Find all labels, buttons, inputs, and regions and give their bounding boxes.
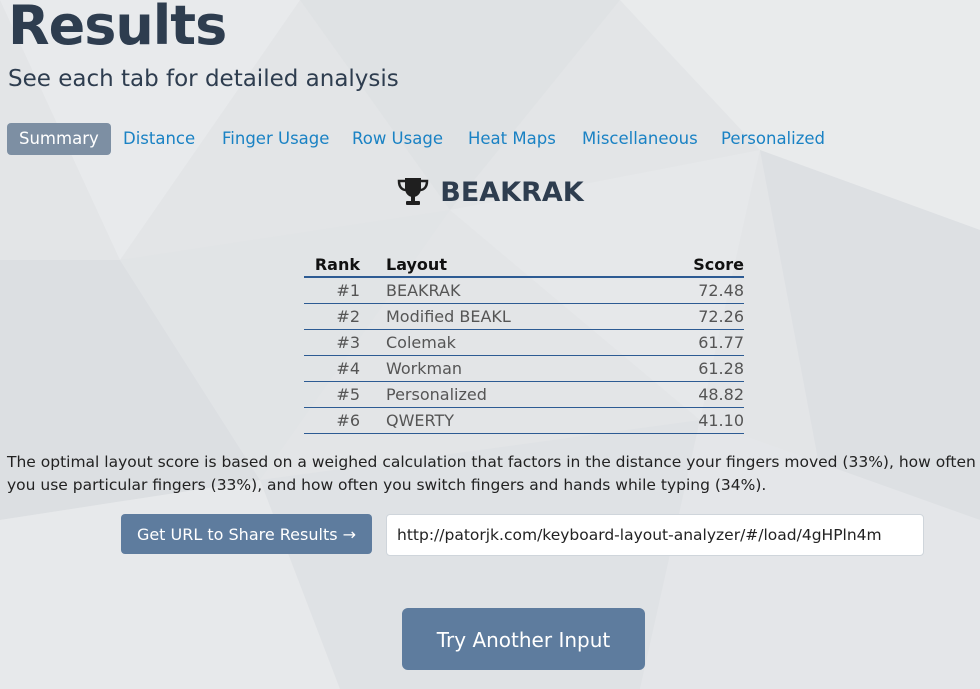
table-row: #5 Personalized 48.82: [304, 381, 744, 408]
tab-distance[interactable]: Distance: [123, 123, 195, 155]
winner-heading: BEAKRAK: [0, 176, 980, 208]
rank-cell: #4: [304, 355, 386, 382]
column-header-score: Score: [640, 252, 744, 278]
score-cell: 41.10: [640, 407, 744, 434]
tab-personalized[interactable]: Personalized: [721, 123, 825, 155]
layout-cell: QWERTY: [386, 407, 641, 434]
layout-cell: BEAKRAK: [386, 277, 641, 304]
score-cell: 72.48: [640, 277, 744, 304]
page-title: Results: [8, 0, 227, 57]
score-cell: 61.28: [640, 355, 744, 382]
rank-cell: #3: [304, 329, 386, 356]
layout-cell: Modified BEAKL: [386, 303, 641, 330]
table-row: #3 Colemak 61.77: [304, 329, 744, 356]
score-cell: 61.77: [640, 329, 744, 356]
tab-heat-maps[interactable]: Heat Maps: [468, 123, 556, 155]
score-cell: 48.82: [640, 381, 744, 408]
ranking-table: Rank Layout Score #1 BEAKRAK 72.48 #2 Mo…: [304, 252, 744, 434]
try-another-input-button[interactable]: Try Another Input: [402, 608, 645, 670]
tab-row-usage[interactable]: Row Usage: [352, 123, 443, 155]
table-row: #4 Workman 61.28: [304, 355, 744, 382]
tab-miscellaneous[interactable]: Miscellaneous: [582, 123, 698, 155]
rank-cell: #5: [304, 381, 386, 408]
table-header-row: Rank Layout Score: [304, 252, 744, 278]
share-url-field[interactable]: [386, 514, 924, 556]
score-cell: 72.26: [640, 303, 744, 330]
tab-finger-usage[interactable]: Finger Usage: [222, 123, 329, 155]
rank-cell: #6: [304, 407, 386, 434]
rank-cell: #2: [304, 303, 386, 330]
column-header-layout: Layout: [386, 252, 641, 278]
trophy-icon: [398, 178, 429, 205]
layout-cell: Workman: [386, 355, 641, 382]
score-explanation: The optimal layout score is based on a w…: [7, 453, 976, 494]
layout-cell: Personalized: [386, 381, 641, 408]
table-row: #6 QWERTY 41.10: [304, 407, 744, 434]
table-row: #1 BEAKRAK 72.48: [304, 277, 744, 304]
rank-cell: #1: [304, 277, 386, 304]
table-row: #2 Modified BEAKL 72.26: [304, 303, 744, 330]
share-results-button[interactable]: Get URL to Share Results →: [121, 514, 372, 554]
winner-name: BEAKRAK: [440, 177, 584, 208]
column-header-rank: Rank: [304, 252, 386, 278]
layout-cell: Colemak: [386, 329, 641, 356]
tab-summary[interactable]: Summary: [7, 123, 111, 155]
page-subtitle: See each tab for detailed analysis: [8, 66, 399, 92]
